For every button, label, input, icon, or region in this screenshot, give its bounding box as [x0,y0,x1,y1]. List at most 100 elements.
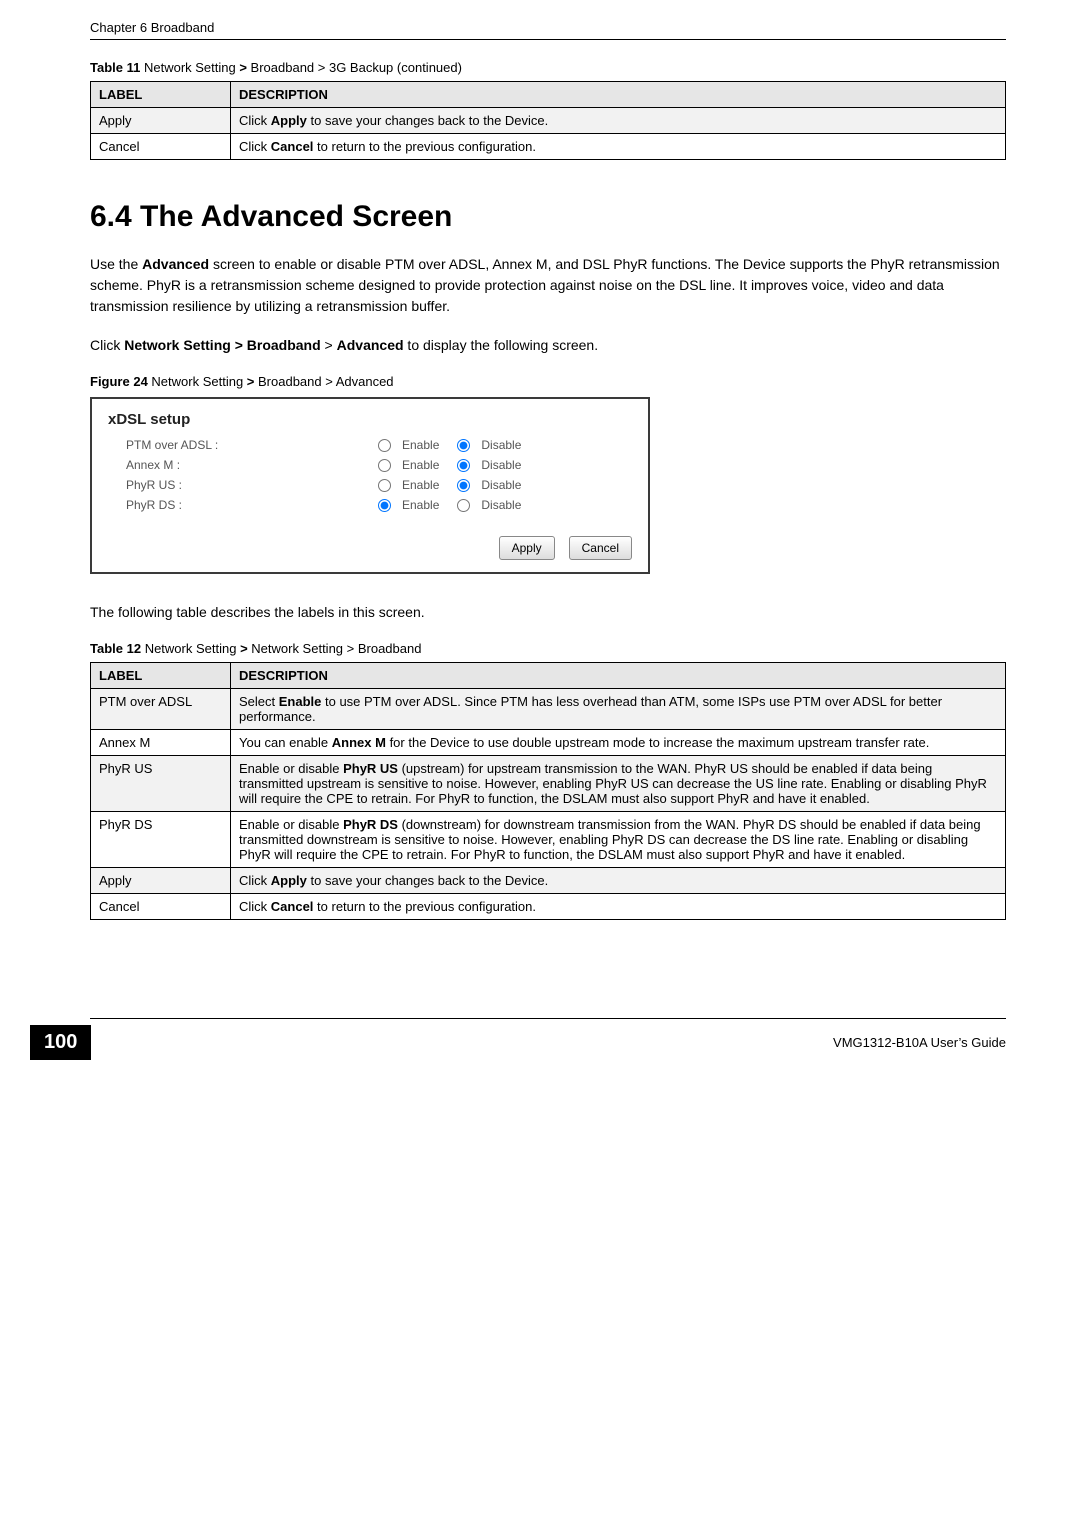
text: Use the [90,256,142,272]
ptm-enable-radio[interactable] [378,439,391,452]
table12-r0-desc: Select Enable to use PTM over ADSL. Sinc… [231,689,1006,730]
table12-r3-label: PhyR DS [91,812,231,868]
page-footer: 100 VMG1312-B10A User’s Guide [0,1018,1066,1060]
page-number: 100 [30,1025,91,1060]
figure-caption: Figure 24 Network Setting > Broadband > … [90,374,1006,389]
phyrds-enable-radio[interactable] [378,499,391,512]
figure-caption-gt: > [247,374,255,389]
table12-r5-label: Cancel [91,894,231,920]
table12-r2-desc: Enable or disable PhyR US (upstream) for… [231,756,1006,812]
text: Enable [402,478,439,492]
xdsl-row-phyrds: PhyR DS : Enable Disable [108,498,632,512]
text: Disable [481,498,521,512]
xdsl-label: PhyR US : [108,478,368,492]
table12-r3-desc: Enable or disable PhyR DS (downstream) f… [231,812,1006,868]
text: Cancel [271,139,314,154]
table12-r0-label: PTM over ADSL [91,689,231,730]
phyrds-disable-radio[interactable] [457,499,470,512]
table12-caption: Table 12 Network Setting > Network Setti… [90,641,1006,656]
table-row: PTM over ADSL Select Enable to use PTM o… [91,689,1006,730]
text: Click [239,139,271,154]
text: Apply [271,113,307,128]
xdsl-row-ptm: PTM over ADSL : Enable Disable [108,438,632,452]
section-para2: Click Network Setting > Broadband > Adva… [90,335,1006,356]
table11-caption: Table 11 Network Setting > Broadband > 3… [90,60,1006,75]
table11-caption-num: Table 11 [90,60,144,75]
table12-r4-label: Apply [91,868,231,894]
text: Enable or disable [239,761,343,776]
text: PhyR US [343,761,398,776]
annexm-enable-radio[interactable] [378,459,391,472]
text: Click [90,337,124,353]
text: Click [239,899,271,914]
xdsl-row-phyrus: PhyR US : Enable Disable [108,478,632,492]
text: Advanced [337,337,404,353]
text: Click [239,113,271,128]
text: to save your changes back to the Device. [307,113,548,128]
table-row: PhyR US Enable or disable PhyR US (upstr… [91,756,1006,812]
text: to return to the previous configuration. [313,139,536,154]
footer-rule [90,1018,1006,1019]
ptm-disable-radio[interactable] [457,439,470,452]
text: Annex M [332,735,386,750]
text: Disable [481,438,521,452]
phyrus-disable-radio[interactable] [457,479,470,492]
text: Disable [481,478,521,492]
table12-caption-gt: > [240,641,248,656]
text: Network Setting > Broadband [124,337,320,353]
apply-button[interactable]: Apply [499,536,555,560]
xdsl-setup-figure: xDSL setup PTM over ADSL : Enable Disabl… [90,397,650,574]
text: for the Device to use double upstream mo… [386,735,929,750]
text: Enable [402,438,439,452]
xdsl-label: PTM over ADSL : [108,438,368,452]
table-row: Apply Click Apply to save your changes b… [91,108,1006,134]
text: to return to the previous configuration. [313,899,536,914]
table12-caption-num: Table 12 [90,641,145,656]
table-row: Cancel Click Cancel to return to the pre… [91,894,1006,920]
text: Enable [279,694,322,709]
table11-r0-label: Apply [91,108,231,134]
table12-r2-label: PhyR US [91,756,231,812]
table-row: Annex M You can enable Annex M for the D… [91,730,1006,756]
header-rule [90,39,1006,40]
table11-r1-desc: Click Cancel to return to the previous c… [231,134,1006,160]
table12-r1-label: Annex M [91,730,231,756]
figure-caption-num: Figure 24 [90,374,151,389]
table12-r5-desc: Click Cancel to return to the previous c… [231,894,1006,920]
table11-r1-label: Cancel [91,134,231,160]
text: Enable [402,498,439,512]
text: Cancel [271,899,314,914]
text: Advanced [142,256,209,272]
table-row: Cancel Click Cancel to return to the pre… [91,134,1006,160]
guide-name: VMG1312-B10A User’s Guide [833,1035,1006,1050]
text: Disable [481,458,521,472]
table11-col-label: LABEL [91,82,231,108]
text: > [321,337,337,353]
table11-col-desc: DESCRIPTION [231,82,1006,108]
text: Select [239,694,279,709]
xdsl-label: Annex M : [108,458,368,472]
text: screen to enable or disable PTM over ADS… [90,256,1000,314]
table12-col-label: LABEL [91,663,231,689]
cancel-button[interactable]: Cancel [569,536,632,560]
table12-r4-desc: Click Apply to save your changes back to… [231,868,1006,894]
phyrus-enable-radio[interactable] [378,479,391,492]
text: Click [239,873,271,888]
table11-caption-gt: > [239,60,247,75]
table12: LABEL DESCRIPTION PTM over ADSL Select E… [90,662,1006,920]
chapter-title: Chapter 6 Broadband [90,20,214,35]
section-heading: 6.4 The Advanced Screen [90,200,1006,234]
text: You can enable [239,735,332,750]
table11-r0-desc: Click Apply to save your changes back to… [231,108,1006,134]
text: to display the following screen. [404,337,599,353]
table-row: PhyR DS Enable or disable PhyR DS (downs… [91,812,1006,868]
text: to save your changes back to the Device. [307,873,548,888]
annexm-disable-radio[interactable] [457,459,470,472]
section-para3: The following table describes the labels… [90,602,1006,623]
xdsl-title: xDSL setup [108,411,632,428]
table12-r1-desc: You can enable Annex M for the Device to… [231,730,1006,756]
table11: LABEL DESCRIPTION Apply Click Apply to s… [90,81,1006,160]
table12-col-desc: DESCRIPTION [231,663,1006,689]
table-row: Apply Click Apply to save your changes b… [91,868,1006,894]
text: to use PTM over ADSL. Since PTM has less… [239,694,942,724]
